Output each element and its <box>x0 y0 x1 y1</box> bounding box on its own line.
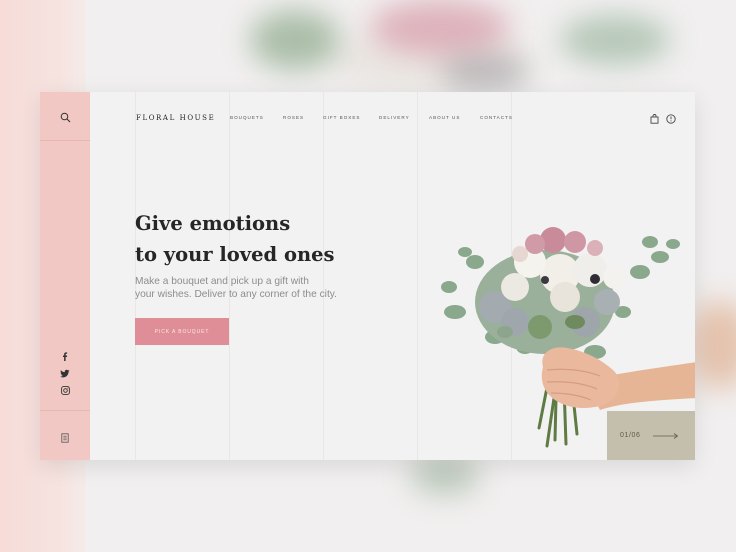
sidebar-divider <box>40 410 90 411</box>
language-icon[interactable] <box>666 111 676 129</box>
background-leaf-blur <box>560 15 670 65</box>
nav-item-delivery[interactable]: DELIVERY <box>379 115 410 120</box>
facebook-icon[interactable] <box>40 348 90 366</box>
brand-logo[interactable]: FLORAL HOUSE <box>136 114 215 122</box>
sidebar-divider <box>40 140 90 141</box>
background-stem-blur <box>410 455 480 495</box>
landing-page-card: FLORAL HOUSE BOUQUETS ROSES GIFT BOXES D… <box>40 92 695 460</box>
sidebar <box>40 92 90 460</box>
hero-subtitle: Make a bouquet and pick up a gift with y… <box>135 275 375 301</box>
nav-item-contacts[interactable]: CONTACTS <box>480 115 513 120</box>
menu-icon[interactable] <box>40 429 90 447</box>
nav-item-gift-boxes[interactable]: GIFT BOXES <box>323 115 360 120</box>
search-icon[interactable] <box>40 109 90 127</box>
grid-line <box>417 92 418 460</box>
background-hand-blur <box>690 300 736 390</box>
background-flower-blur <box>440 55 530 90</box>
background-flower-blur <box>370 0 510 55</box>
instagram-icon[interactable] <box>40 382 90 400</box>
cart-icon[interactable] <box>650 111 659 129</box>
hero-subtitle-line: your wishes. Deliver to any corner of th… <box>135 289 337 300</box>
twitter-icon[interactable] <box>40 365 90 383</box>
pick-a-bouquet-button[interactable]: PICK A BOUQUET <box>135 318 229 345</box>
bouquet-image <box>441 227 695 448</box>
hero-title: Give emotions to your loved ones <box>135 208 395 270</box>
nav-item-roses[interactable]: ROSES <box>283 115 304 120</box>
arrow-right-icon <box>652 432 678 439</box>
nav-item-bouquets[interactable]: BOUQUETS <box>230 115 264 120</box>
hero-title-line: to your loved ones <box>135 243 335 266</box>
slide-counter: 01/06 <box>620 432 641 439</box>
slider-next-button[interactable]: 01/06 <box>607 411 695 460</box>
nav-item-about-us[interactable]: ABOUT US <box>429 115 460 120</box>
hero-title-line: Give emotions <box>135 212 291 235</box>
background-leaf-blur <box>250 10 340 70</box>
hero-subtitle-line: Make a bouquet and pick up a gift with <box>135 276 309 287</box>
